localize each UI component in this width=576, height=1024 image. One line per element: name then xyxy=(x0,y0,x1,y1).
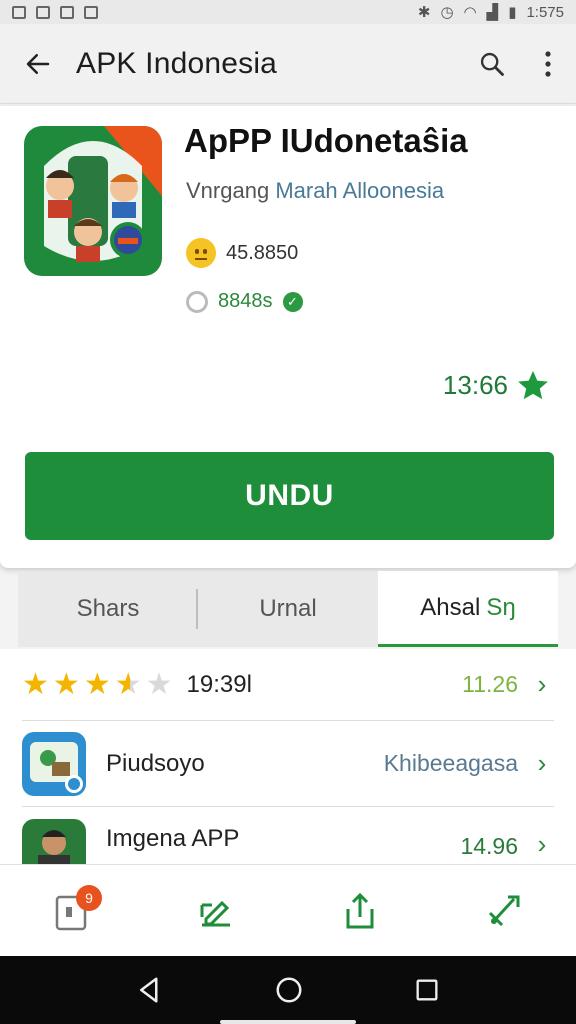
emoji-neutral-icon xyxy=(186,238,216,268)
alarm-icon: ◷ xyxy=(440,4,454,21)
list-item[interactable]: Imgena APP 14.96 › xyxy=(22,807,554,865)
app-thumbnail xyxy=(22,819,86,865)
app-name: ApPP IUdonetaŝia xyxy=(184,122,468,159)
edit-icon xyxy=(200,900,230,926)
tab-label: Urnal xyxy=(259,595,317,622)
overflow-menu-button[interactable] xyxy=(520,24,576,104)
meta-downloads: 45.8850 xyxy=(186,238,298,268)
tab-label-highlight: Sŋ xyxy=(486,593,516,621)
nav-recents-icon[interactable] xyxy=(413,976,441,1004)
notification-icon xyxy=(12,5,26,19)
tab-label: Shars xyxy=(76,595,140,622)
top-app-bar: APK Indonesia xyxy=(0,24,576,104)
home-indicator xyxy=(220,1020,356,1024)
search-icon xyxy=(480,52,504,76)
star-half-icon: ★ xyxy=(114,667,142,701)
star-icon: ★ xyxy=(22,667,49,701)
install-button[interactable]: UNDU xyxy=(25,452,554,540)
nav-back-icon[interactable] xyxy=(135,975,165,1005)
list-item-value: 11.26 xyxy=(462,671,518,697)
star-icon xyxy=(518,370,548,400)
developer-line: Vnrgang Marah Alloonesia xyxy=(186,178,444,204)
battery-icon: ▮ xyxy=(508,4,517,21)
search-button[interactable] xyxy=(464,24,520,104)
meta-downloads-value: 45.8850 xyxy=(226,241,299,264)
list-item-text: Piudsoyo xyxy=(106,749,205,777)
nav-tools[interactable] xyxy=(432,865,576,956)
list-item[interactable]: ★ ★ ★ ★ ★ 19:39l 11.26 › xyxy=(22,649,554,721)
app-detail-card: ApPP IUdonetaŝia Vnrgang Marah Alloonesi… xyxy=(0,106,576,568)
meta-verified-value: 8848s xyxy=(218,290,273,312)
share-icon xyxy=(346,892,374,928)
tab-shars[interactable]: Shars xyxy=(18,571,198,647)
notification-icon xyxy=(84,5,98,19)
page-title: APK Indonesia xyxy=(76,46,278,80)
arrow-back-icon xyxy=(26,53,50,74)
list-item-value: 14.96 xyxy=(460,833,518,859)
developer-prefix: Vnrgang xyxy=(186,178,270,203)
list-item-text: 19:39l xyxy=(186,670,252,698)
nav-edit[interactable] xyxy=(144,865,288,956)
chevron-right-icon: › xyxy=(537,748,547,778)
chevron-right-icon: › xyxy=(537,829,547,859)
star-empty-icon: ★ xyxy=(145,667,173,701)
tools-icon xyxy=(488,895,520,926)
tab-urnal[interactable]: Urnal xyxy=(198,571,378,647)
app-icon-illustration xyxy=(24,126,162,276)
tab-bar: Shars Urnal Ahsal Sŋ xyxy=(18,571,558,647)
bottom-navigation: 9 xyxy=(0,864,576,956)
meta-verified: 8848s ✓ xyxy=(186,290,303,313)
system-nav-bar xyxy=(0,956,576,1024)
app-thumbnail xyxy=(22,731,86,796)
star-icon: ★ xyxy=(83,667,111,701)
back-button[interactable] xyxy=(0,24,76,104)
chevron-right-icon: › xyxy=(537,669,547,699)
tab-ahsal[interactable]: Ahsal Sŋ xyxy=(378,571,558,647)
star-rating: ★ ★ ★ ★ ★ xyxy=(22,667,173,701)
more-vert-icon xyxy=(545,50,551,77)
content-list: ★ ★ ★ ★ ★ 19:39l 11.26 › Piudsoyo Khibee… xyxy=(0,649,576,865)
status-bar: ✱ ◷ ◠ ▟ ▮ 1:575 xyxy=(0,0,576,24)
wifi-icon: ◠ xyxy=(463,4,477,21)
signal-icon: ▟ xyxy=(486,4,499,21)
developer-link[interactable]: Marah Alloonesia xyxy=(275,178,444,203)
nav-share[interactable] xyxy=(288,865,432,956)
list-item[interactable]: Piudsoyo Khibeeagasa › xyxy=(22,721,554,807)
radio-icon xyxy=(186,290,208,313)
check-icon: ✓ xyxy=(282,291,303,312)
notification-icon xyxy=(36,5,50,19)
notification-badge: 9 xyxy=(76,885,102,911)
nav-library[interactable]: 9 xyxy=(0,865,144,956)
notification-icon xyxy=(60,5,74,19)
tab-label: Ahsal xyxy=(420,593,481,621)
list-item-value: Khibeeagasa xyxy=(383,750,518,776)
nav-home-icon[interactable] xyxy=(274,975,304,1005)
star-icon: ★ xyxy=(52,667,80,701)
status-time: 1:575 xyxy=(526,3,564,21)
app-thumbnail-image xyxy=(22,731,86,796)
rating-summary: 13:66 xyxy=(443,368,550,402)
rating-value: 13:66 xyxy=(442,369,508,400)
bluetooth-icon: ✱ xyxy=(417,4,431,21)
app-thumbnail-image xyxy=(22,819,86,865)
app-icon xyxy=(24,126,162,276)
list-item-text: Imgena APP xyxy=(106,825,240,852)
